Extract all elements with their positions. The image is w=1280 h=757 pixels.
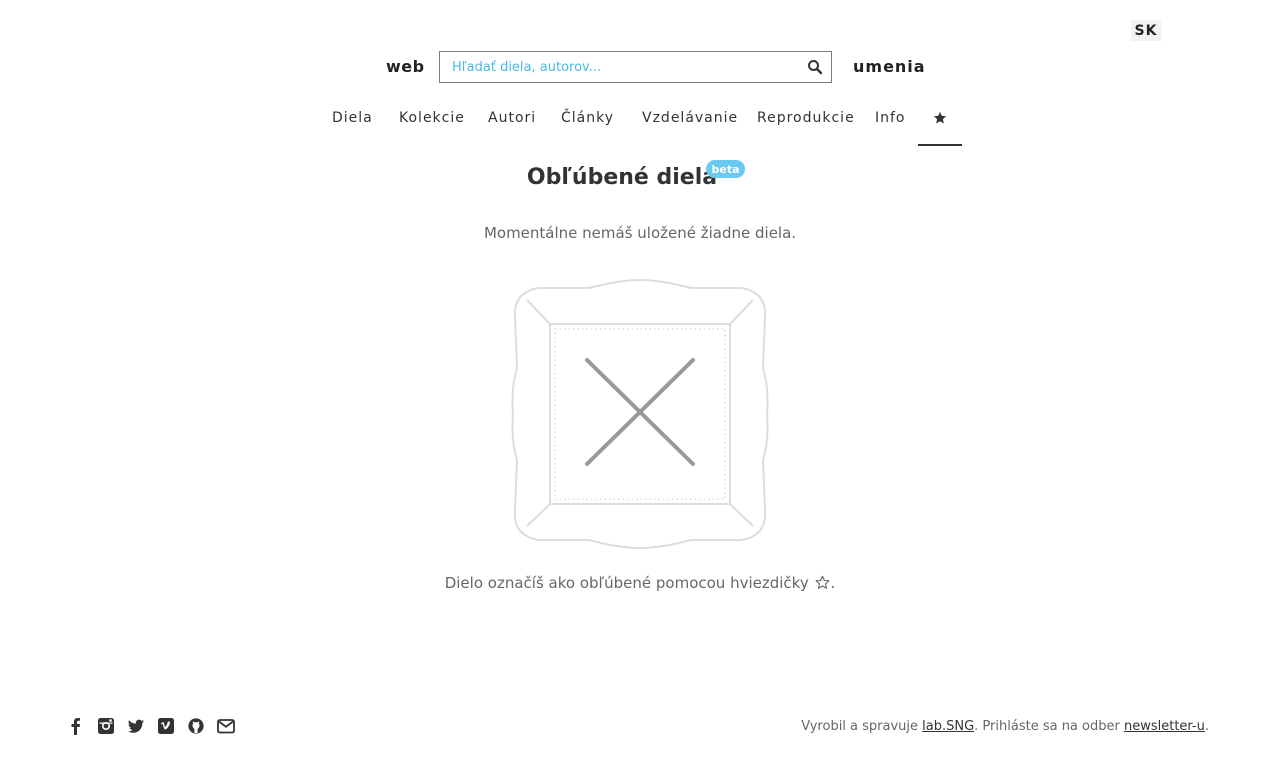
search-icon: [808, 60, 823, 75]
nav-item-diela[interactable]: Diela: [332, 110, 373, 126]
nav-item-info[interactable]: Info: [875, 110, 906, 126]
page-title: Obľúbené diela: [526, 165, 718, 190]
footer-text-2: . Prihláste sa na odber: [974, 719, 1124, 734]
social-links: [66, 716, 236, 738]
newsletter-link[interactable]: newsletter-u: [1124, 719, 1205, 734]
brand-umenia[interactable]: umenia: [853, 57, 926, 76]
nav-item-favorites[interactable]: [918, 106, 962, 146]
twitter-icon[interactable]: [126, 716, 146, 736]
star-outline-icon: [816, 575, 830, 589]
hint-text-end: .: [830, 574, 836, 592]
footer-text-1: Vyrobil a spravuje: [801, 719, 923, 734]
star-icon: [933, 111, 947, 124]
hint-text: Dielo označíš ako obľúbené pomocou hviez…: [444, 574, 809, 592]
beta-badge: beta: [706, 160, 745, 178]
footer-credits: Vyrobil a spravuje lab.SNG. Prihláste sa…: [801, 719, 1209, 734]
nav-item-reprodukcie[interactable]: Reprodukcie: [757, 110, 855, 126]
brand-web[interactable]: web: [386, 57, 425, 76]
facebook-icon[interactable]: [66, 716, 86, 736]
main-nav: Diela Kolekcie Autori Články Vzdelávanie…: [0, 106, 1280, 146]
github-icon[interactable]: [186, 716, 206, 736]
search-button[interactable]: [807, 59, 823, 75]
footer-text-3: .: [1204, 719, 1209, 734]
nav-item-vzdelavanie[interactable]: Vzdelávanie: [642, 110, 738, 126]
vimeo-icon[interactable]: [156, 716, 176, 736]
empty-frame-icon: [509, 278, 771, 554]
empty-state-message: Momentálne nemáš uložené žiadne diela.: [483, 224, 797, 242]
lab-sng-link[interactable]: lab.SNG: [922, 719, 974, 734]
nav-item-clanky[interactable]: Články: [561, 110, 614, 126]
nav-item-kolekcie[interactable]: Kolekcie: [399, 110, 465, 126]
nav-item-autori[interactable]: Autori: [488, 110, 536, 126]
envelope-icon[interactable]: [216, 716, 236, 736]
favorites-hint: Dielo označíš ako obľúbené pomocou hviez…: [0, 574, 1280, 592]
search-input[interactable]: [440, 52, 790, 82]
instagram-icon[interactable]: [96, 716, 116, 736]
search-box: [439, 51, 832, 83]
language-switcher[interactable]: SK: [1131, 20, 1161, 41]
